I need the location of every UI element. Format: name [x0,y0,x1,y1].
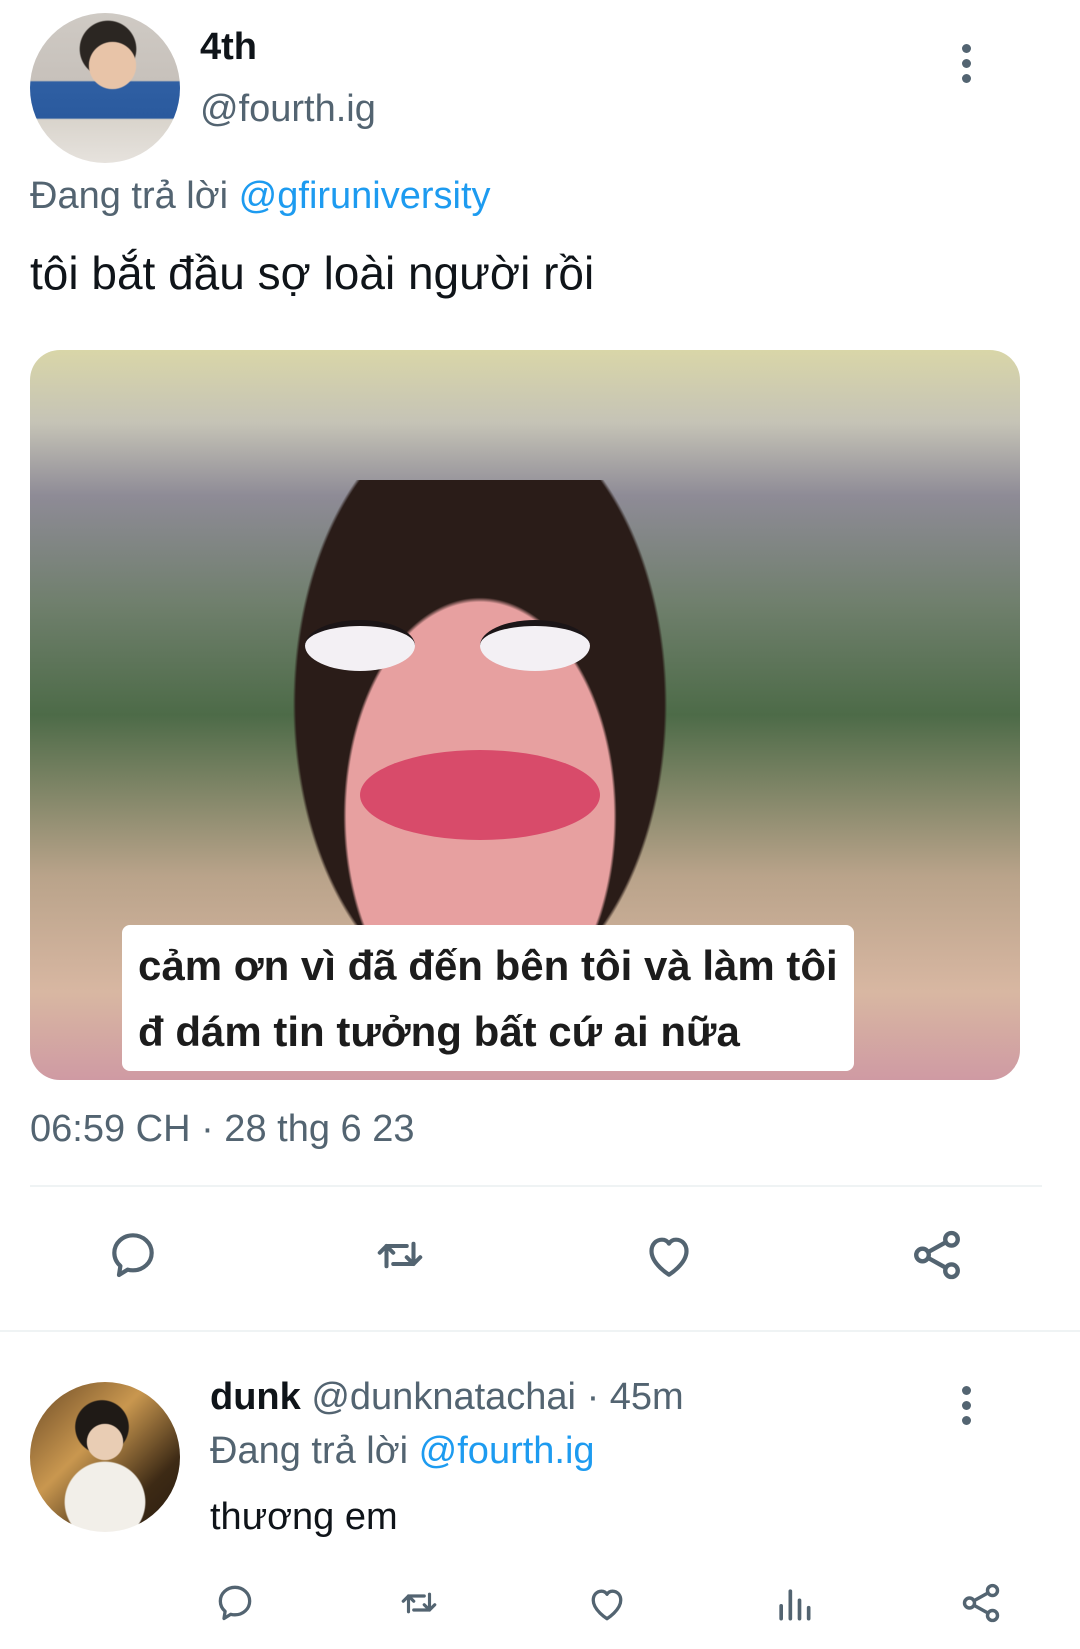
share-icon[interactable] [958,1580,1004,1626]
reply-display-name[interactable]: dunk [210,1376,301,1418]
tweet-media-image[interactable]: cảm ơn vì đã đến bên tôi và làm tôi đ dá… [30,350,1020,1080]
replying-to-link[interactable]: @gfiruniversity [239,175,491,217]
reply-icon[interactable] [104,1226,162,1282]
retweet-icon[interactable] [394,1582,444,1624]
reply-replying-to-link[interactable]: @fourth.ig [419,1430,595,1472]
replying-prefix: Đang trả lời [30,175,229,217]
reply-replying-to-line: Đang trả lời @fourth.ig [210,1430,595,1473]
tweet-timestamp[interactable]: 06:59 CH · 28 thg 6 23 [30,1108,414,1151]
heart-icon[interactable] [640,1228,698,1284]
media-caption-line2: đ dám tin tưởng bất cứ ai nữa [138,1008,740,1055]
media-eye-right [480,620,590,671]
analytics-icon[interactable] [772,1582,816,1626]
reply-author-avatar[interactable] [30,1382,180,1532]
replying-to-line: Đang trả lời @gfiruniversity [30,175,491,218]
reply-icon[interactable] [212,1580,258,1624]
divider [30,1185,1042,1187]
author-display-name[interactable]: 4th [200,26,257,69]
media-caption: cảm ơn vì đã đến bên tôi và làm tôi đ dá… [122,925,854,1071]
author-handle[interactable]: @fourth.ig [200,88,376,131]
heart-icon[interactable] [584,1582,630,1626]
author-avatar[interactable] [30,13,180,163]
reply-text: thương em [210,1496,398,1538]
reply-age: · 45m [586,1376,684,1418]
reply-replying-prefix: Đang trả lời [210,1430,409,1472]
more-vertical-icon[interactable] [962,44,972,84]
divider [0,1330,1080,1332]
media-lips [360,750,600,840]
more-vertical-icon[interactable] [962,1386,972,1426]
reply-handle[interactable]: @dunknatachai [311,1376,576,1418]
media-eye-left [305,620,415,671]
retweet-icon[interactable] [368,1228,432,1282]
media-caption-line1: cảm ơn vì đã đến bên tôi và làm tôi [138,942,838,989]
share-icon[interactable] [908,1226,966,1284]
tweet-text: tôi bắt đầu sợ loài người rồi [30,247,595,299]
reply-header: dunk @dunknatachai · 45m [210,1376,684,1419]
